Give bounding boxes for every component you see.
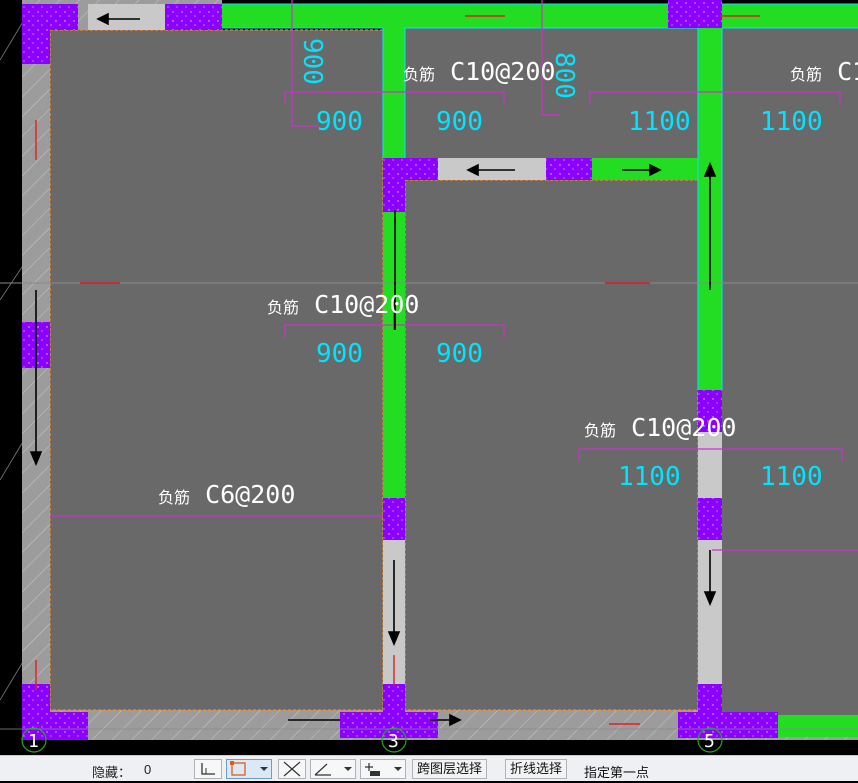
dim-text: 1100 [618,462,681,492]
dim-text: 1100 [628,107,691,137]
polyline-select-button[interactable]: 折线选择 [505,759,568,779]
dim-text: 900 [316,107,363,137]
hide-label: 隐藏： [92,765,132,780]
dim-text: 1100 [760,107,823,137]
slab-center[interactable] [405,180,698,710]
angle-button[interactable] [310,759,356,779]
dim-text: 900 [436,107,483,137]
rect-select-icon [230,761,268,776]
add-point-button[interactable] [360,759,406,779]
add-point-icon [365,763,402,776]
dim-text-vertical: 800 [549,52,579,99]
cross-icon [283,761,301,777]
command-prompt: 指定第一点 [584,765,650,780]
dim-text: 1100 [760,462,823,492]
cross-layer-select-button[interactable]: 跨图层选择 [412,759,488,779]
angle-icon [314,763,352,776]
dim-text: 900 [436,339,483,369]
status-bar: 隐藏： 0 跨图层选择 折线选择 指定第一点 [0,755,858,781]
cad-canvas[interactable]: 负筋 C10@200 负筋 C10@200 负筋 C10@200 负筋 C10@… [0,0,858,755]
corner-snap-button[interactable] [194,759,222,779]
rect-select-button[interactable] [226,759,272,779]
axis-label-3: 3 [388,731,399,752]
dim-text: 900 [316,339,363,369]
cross-button[interactable] [278,759,306,779]
axis-label-5: 5 [704,731,715,752]
hide-count: 0 [144,762,152,777]
dim-text-vertical: 900 [297,38,327,85]
corner-snap-icon [201,763,215,775]
axis-label-1: 1 [28,731,39,752]
